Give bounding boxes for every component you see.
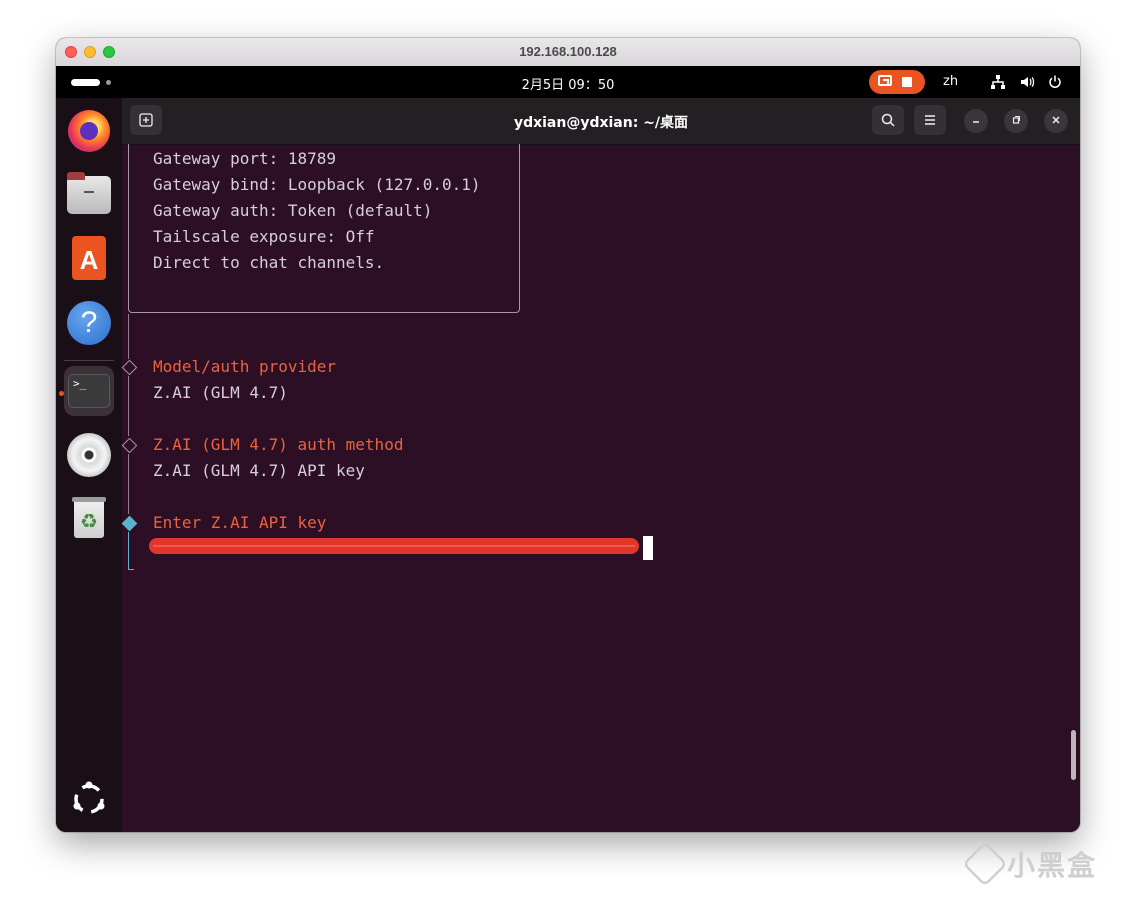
hamburger-menu-icon bbox=[925, 115, 935, 125]
stop-icon[interactable] bbox=[902, 77, 912, 87]
show-apps-icon bbox=[70, 780, 108, 818]
gnome-top-bar: 2月5日 09：50 zh bbox=[56, 66, 1080, 98]
dock-separator bbox=[64, 360, 114, 361]
gateway-bind-line: Gateway bind: Loopback (127.0.0.1) bbox=[153, 175, 481, 194]
remote-desktop-window: 192.168.100.128 2月5日 09：50 zh A ? >_ ♻ y… bbox=[56, 38, 1080, 832]
auth-method-answer: Z.AI (GLM 4.7) API key bbox=[153, 461, 365, 480]
power-icon[interactable] bbox=[1047, 74, 1063, 90]
step-diamond-icon bbox=[121, 437, 138, 454]
step-connector bbox=[128, 314, 129, 359]
disc-icon bbox=[67, 433, 111, 477]
clock[interactable]: 2月5日 09：50 bbox=[56, 74, 1080, 93]
app-center-icon: A bbox=[72, 236, 106, 280]
step-connector bbox=[128, 376, 129, 436]
mac-titlebar[interactable]: 192.168.100.128 bbox=[56, 38, 1080, 67]
dock-help[interactable]: ? bbox=[64, 298, 114, 348]
model-provider-answer: Z.AI (GLM 4.7) bbox=[153, 383, 288, 402]
screen-share-icon bbox=[878, 75, 892, 86]
help-icon: ? bbox=[67, 301, 111, 345]
close-icon bbox=[1052, 116, 1060, 124]
dock-firefox[interactable] bbox=[64, 106, 114, 156]
redacted-api-key bbox=[149, 538, 639, 554]
dock-disc[interactable] bbox=[64, 430, 114, 480]
direct-channels-line: Direct to chat channels. bbox=[153, 253, 385, 272]
terminal-window[interactable]: ydxian@ydxian: ~/桌面 Gateway port: 18789 … bbox=[121, 98, 1080, 832]
input-method-indicator[interactable]: zh bbox=[943, 74, 958, 89]
minimize-button[interactable] bbox=[964, 109, 988, 133]
terminal-icon: >_ bbox=[68, 374, 110, 408]
restore-icon bbox=[1012, 116, 1020, 124]
trash-icon: ♻ bbox=[72, 497, 106, 538]
screen-share-indicator[interactable] bbox=[869, 70, 925, 94]
running-indicator bbox=[59, 391, 64, 396]
active-step-corner bbox=[128, 569, 134, 570]
watermark-logo-icon bbox=[962, 841, 1008, 887]
step-connector bbox=[128, 454, 129, 514]
step-diamond-icon bbox=[121, 359, 138, 376]
active-step-diamond-icon bbox=[121, 515, 138, 532]
firefox-icon bbox=[68, 110, 110, 152]
search-button[interactable] bbox=[872, 105, 904, 135]
gateway-auth-line: Gateway auth: Token (default) bbox=[153, 201, 433, 220]
api-key-prompt: Enter Z.AI API key bbox=[153, 513, 327, 532]
files-icon bbox=[67, 172, 111, 214]
auth-method-prompt: Z.AI (GLM 4.7) auth method bbox=[153, 435, 404, 454]
dock-files[interactable] bbox=[64, 170, 114, 220]
dock-trash[interactable]: ♻ bbox=[64, 494, 114, 544]
model-provider-prompt: Model/auth provider bbox=[153, 357, 337, 376]
terminal-header[interactable]: ydxian@ydxian: ~/桌面 bbox=[122, 98, 1080, 145]
restore-button[interactable] bbox=[1004, 109, 1028, 133]
dock-app-center[interactable]: A bbox=[64, 234, 114, 284]
search-icon bbox=[881, 113, 895, 127]
menu-button[interactable] bbox=[914, 105, 946, 135]
close-button[interactable] bbox=[1044, 109, 1068, 133]
terminal-output[interactable]: Gateway port: 18789 Gateway bind: Loopba… bbox=[121, 144, 1080, 832]
tailscale-line: Tailscale exposure: Off bbox=[153, 227, 375, 246]
dock-show-apps[interactable] bbox=[64, 774, 114, 824]
network-icon[interactable] bbox=[990, 74, 1006, 90]
terminal-scrollbar[interactable] bbox=[1071, 730, 1076, 780]
minimize-icon bbox=[973, 121, 979, 123]
text-cursor bbox=[643, 536, 653, 560]
dock-terminal[interactable]: >_ bbox=[64, 366, 114, 416]
volume-icon[interactable] bbox=[1019, 74, 1035, 90]
gateway-port-line: Gateway port: 18789 bbox=[153, 149, 337, 168]
watermark-text: 小黑盒 bbox=[1007, 849, 1098, 882]
window-title: 192.168.100.128 bbox=[519, 44, 617, 59]
dock: A ? >_ ♻ bbox=[56, 98, 122, 832]
active-step-connector bbox=[128, 532, 129, 570]
